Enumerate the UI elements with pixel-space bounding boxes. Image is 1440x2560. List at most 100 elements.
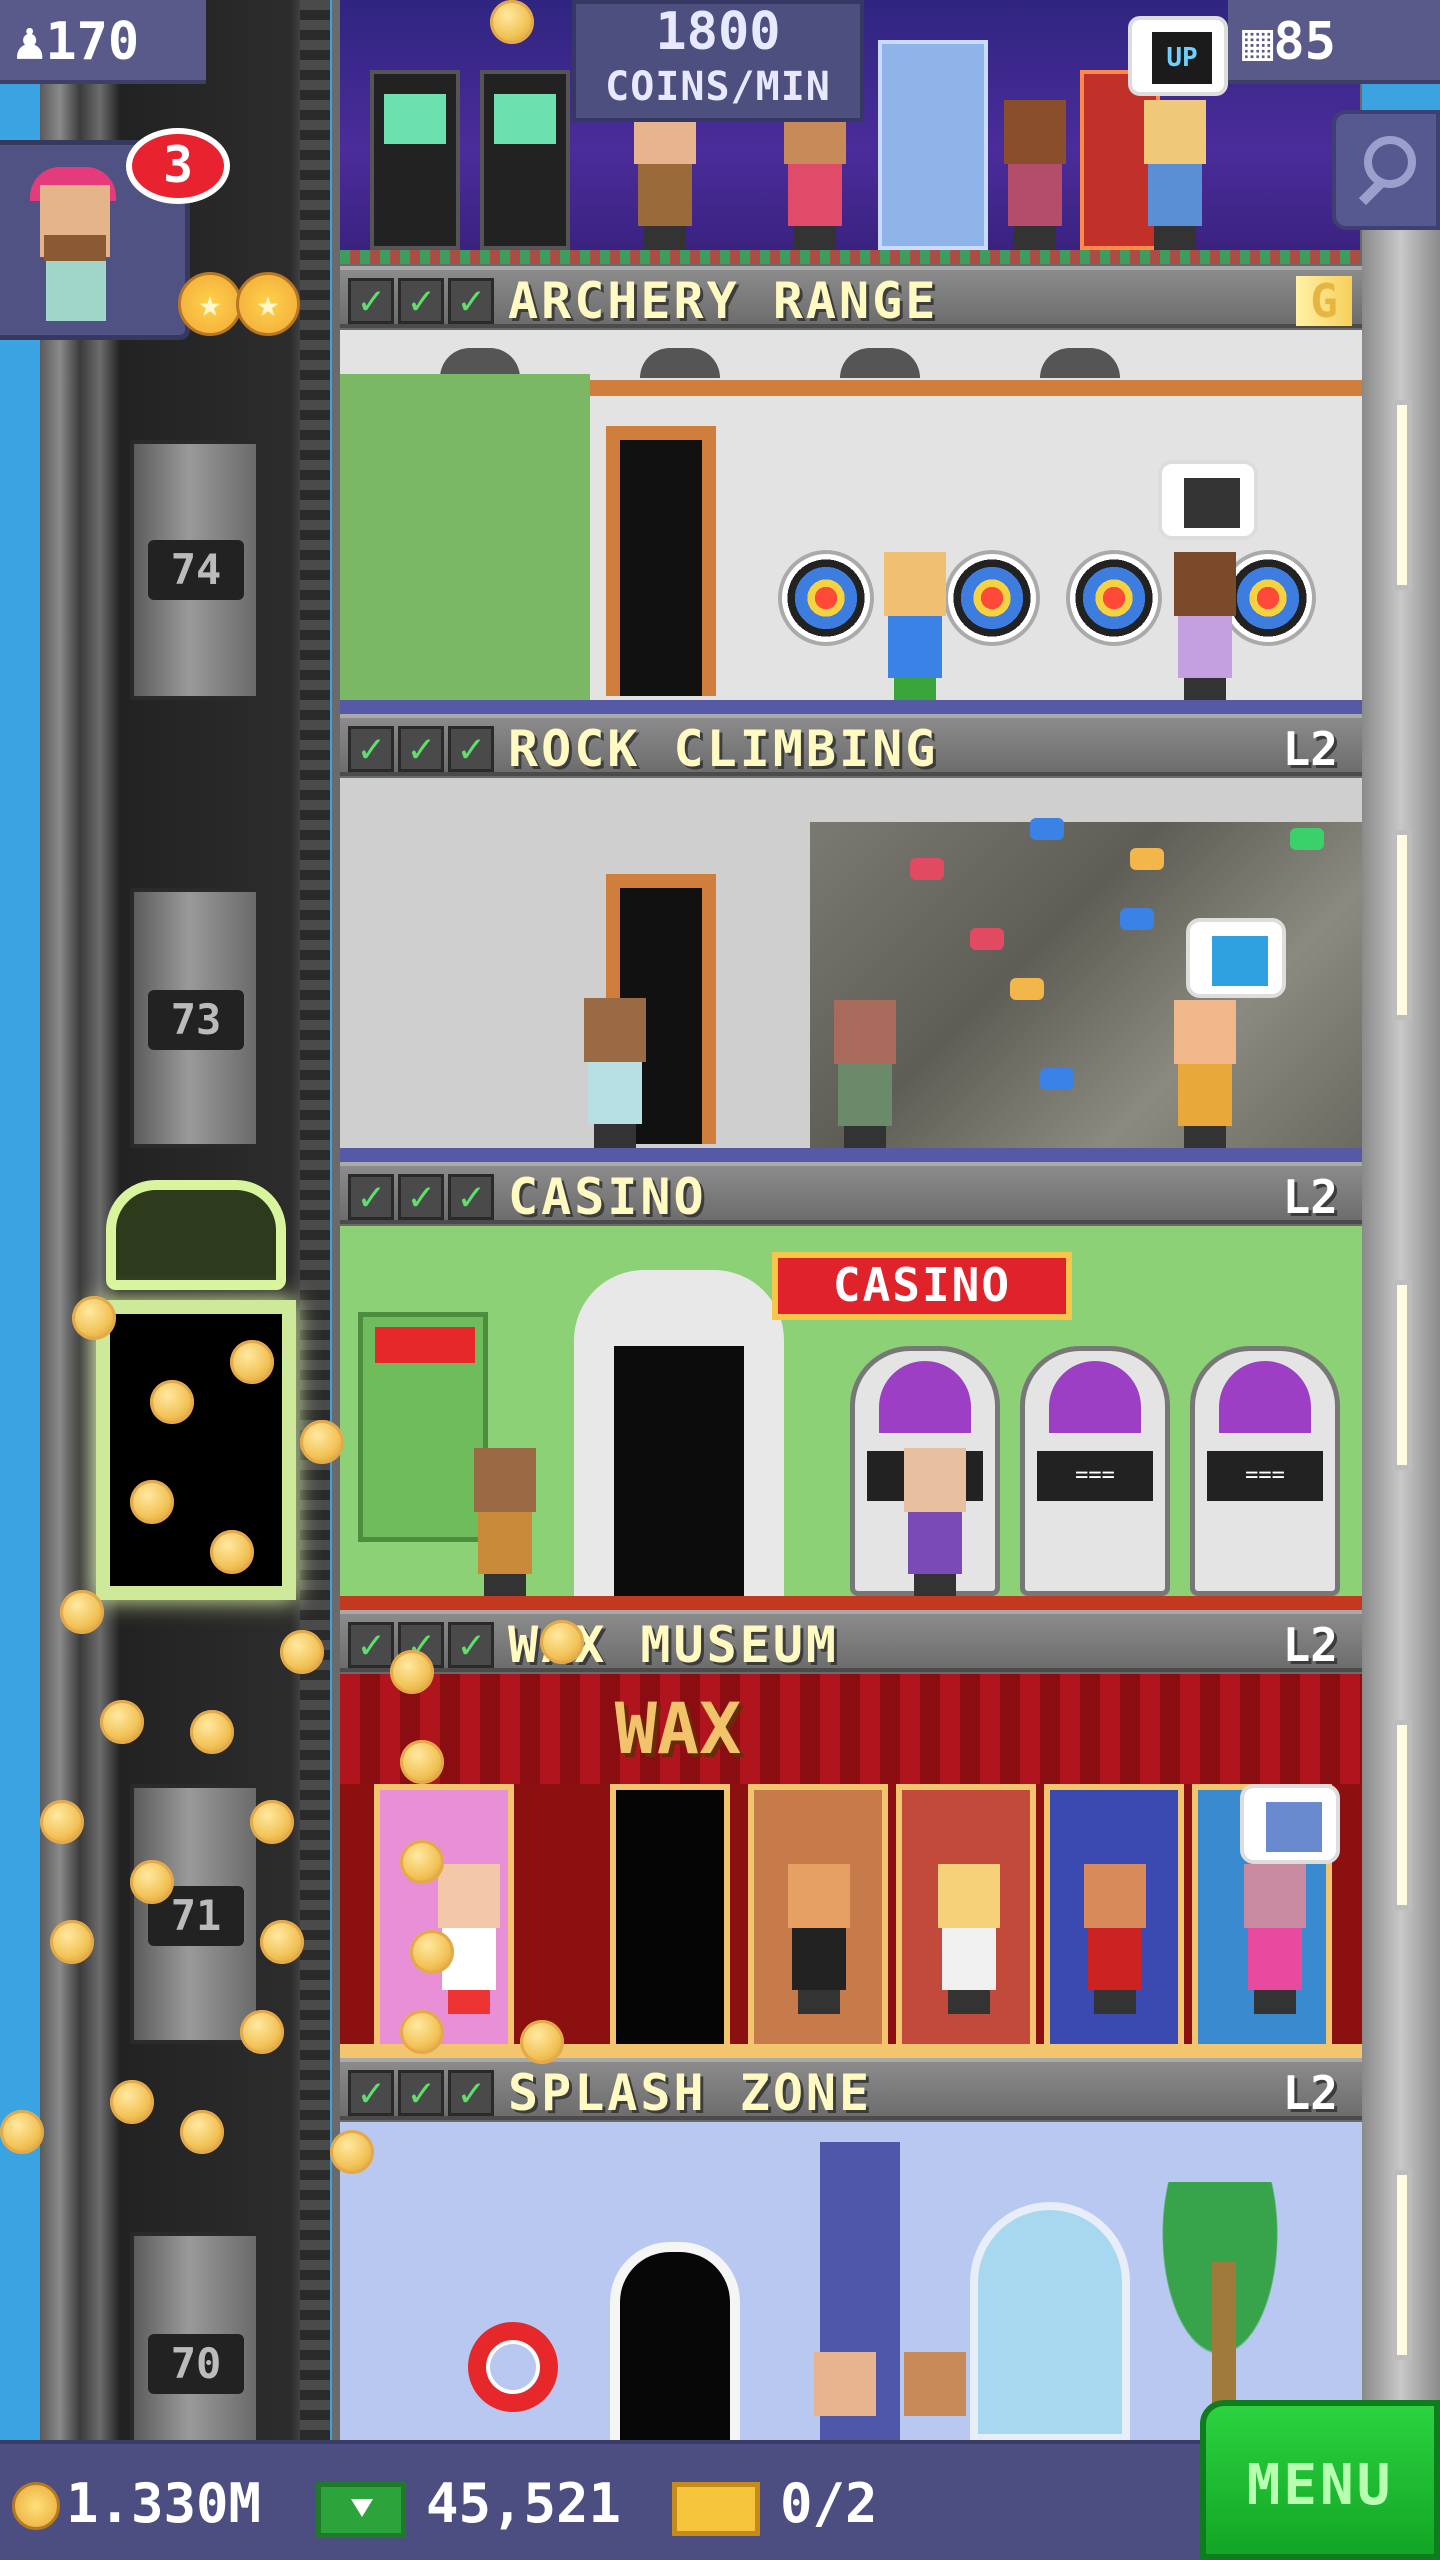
check-icon: ✓ xyxy=(398,2070,444,2116)
coin-icon xyxy=(12,2482,60,2530)
coin-particle xyxy=(230,1340,274,1384)
check-icon: ✓ xyxy=(448,726,494,772)
floor-name: ARCHERY RANGE xyxy=(508,272,939,330)
thought-bubble[interactable] xyxy=(1240,1784,1340,1864)
thought-bubble[interactable] xyxy=(1158,460,1258,540)
floor-header-archery[interactable]: ✓ ✓ ✓ ARCHERY RANGE G xyxy=(340,266,1362,330)
tower-window xyxy=(1392,830,1412,1020)
star-icon: ★ xyxy=(178,272,242,336)
floors-counter[interactable]: ▦85 xyxy=(1228,0,1440,84)
stock-checks: ✓ ✓ ✓ xyxy=(348,726,498,772)
resident[interactable] xyxy=(900,2352,970,2440)
elevator-rail xyxy=(300,0,330,2440)
floor-header-casino[interactable]: ✓ ✓ ✓ CASINO L2 xyxy=(340,1162,1362,1226)
tower-window xyxy=(1392,1720,1412,1910)
floor-level: L2 xyxy=(1282,2066,1338,2120)
coin-particle xyxy=(300,1420,344,1464)
slot-machine: === xyxy=(1020,1346,1170,1596)
coin-particle xyxy=(240,2010,284,2054)
resident[interactable] xyxy=(470,1448,540,1598)
resident[interactable] xyxy=(1140,100,1210,250)
coin-particle xyxy=(210,1530,254,1574)
resident[interactable] xyxy=(810,2352,880,2440)
coin-particle xyxy=(390,1650,434,1694)
floor-header-wax-museum[interactable]: ✓ ✓ ✓ WAX MUSEUM L2 xyxy=(340,1610,1362,1674)
coin-particle xyxy=(190,1710,234,1754)
coin-particle xyxy=(400,1740,444,1784)
floor-level: G xyxy=(1296,276,1352,326)
thought-bubble[interactable] xyxy=(1186,918,1286,998)
floor-name: ROCK CLIMBING xyxy=(508,720,939,778)
resident[interactable] xyxy=(780,100,850,250)
climbing-hold xyxy=(1040,1068,1074,1090)
floor-room-splash-zone[interactable] xyxy=(340,2122,1362,2440)
coin-particle xyxy=(0,2110,44,2154)
coins-per-minute-banner: 1800 COINS/MIN xyxy=(572,0,864,122)
ceiling-lamp xyxy=(1040,348,1120,378)
check-icon: ✓ xyxy=(398,1174,444,1220)
check-icon: ✓ xyxy=(448,1622,494,1668)
coin-particle xyxy=(100,1700,144,1744)
casino-sign: CASINO xyxy=(772,1252,1072,1320)
coin-particle xyxy=(40,1800,84,1844)
floor-name: CASINO xyxy=(508,1168,707,1226)
tower-window xyxy=(1392,2170,1412,2360)
resident[interactable] xyxy=(630,100,700,250)
coin-particle xyxy=(180,2110,224,2154)
stage-curtain xyxy=(340,1674,1362,1784)
coin-particle xyxy=(130,1860,174,1904)
star-icon: ★ xyxy=(236,272,300,336)
floor-number-73: 73 xyxy=(148,990,244,1050)
coin-particle xyxy=(490,0,534,44)
population-counter[interactable]: ♟170 xyxy=(0,0,206,84)
climbing-hold xyxy=(970,928,1004,950)
archery-target xyxy=(1066,550,1162,646)
levelup-bubble[interactable]: UP xyxy=(1128,16,1228,96)
floors-icon: ▦ xyxy=(1242,12,1274,72)
resident[interactable] xyxy=(1170,1000,1240,1150)
coins-balance[interactable]: 1.330M xyxy=(66,2444,261,2560)
floor-room-archery[interactable] xyxy=(340,330,1362,716)
floor-level: L2 xyxy=(1282,722,1338,776)
resident[interactable] xyxy=(1170,552,1240,702)
floor-number-74: 74 xyxy=(148,540,244,600)
climbing-hold xyxy=(1010,978,1044,1000)
bux-icon xyxy=(316,2482,406,2538)
archery-target xyxy=(944,550,1040,646)
resident[interactable] xyxy=(1240,1864,1310,2014)
floor-room-casino[interactable]: CASINO === === === xyxy=(340,1226,1362,1612)
resident[interactable] xyxy=(900,1448,970,1598)
coin-particle xyxy=(60,1590,104,1634)
search-button[interactable] xyxy=(1332,110,1440,230)
floor-level: L2 xyxy=(1282,1170,1338,1224)
coin-particle xyxy=(330,2130,374,2174)
claw-machine xyxy=(878,40,988,250)
menu-button[interactable]: MENU xyxy=(1200,2400,1440,2560)
floors-value: 85 xyxy=(1273,12,1336,72)
tickets-count[interactable]: 0/2 xyxy=(780,2444,878,2560)
check-icon: ✓ xyxy=(398,726,444,772)
floor-room-rock-climbing[interactable] xyxy=(340,778,1362,1164)
floor-header-splash-zone[interactable]: ✓ ✓ ✓ SPLASH ZONE L2 xyxy=(340,2058,1362,2122)
coin-particle xyxy=(400,1840,444,1884)
resident[interactable] xyxy=(880,552,950,702)
bux-balance[interactable]: 45,521 xyxy=(426,2444,621,2560)
floor-door xyxy=(610,2242,740,2440)
arcade-machine xyxy=(480,70,570,250)
floor-room-wax-museum[interactable]: WAX xyxy=(340,1674,1362,2060)
climbing-hold xyxy=(910,858,944,880)
visitor-count-badge: 3 xyxy=(126,128,230,204)
resident[interactable] xyxy=(830,1000,900,1150)
coin-particle xyxy=(260,1920,304,1964)
climbing-hold xyxy=(1030,818,1064,840)
population-value: 170 xyxy=(45,12,140,72)
visitor-beard xyxy=(44,235,106,261)
resident[interactable] xyxy=(1000,100,1070,250)
resident[interactable] xyxy=(580,998,650,1148)
check-icon: ✓ xyxy=(348,278,394,324)
elevator-car[interactable] xyxy=(96,1180,296,1600)
slot-machine: === xyxy=(1190,1346,1340,1596)
coin-particle xyxy=(520,2020,564,2064)
floor-header-rock-climbing[interactable]: ✓ ✓ ✓ ROCK CLIMBING L2 xyxy=(340,714,1362,778)
archery-target xyxy=(778,550,874,646)
